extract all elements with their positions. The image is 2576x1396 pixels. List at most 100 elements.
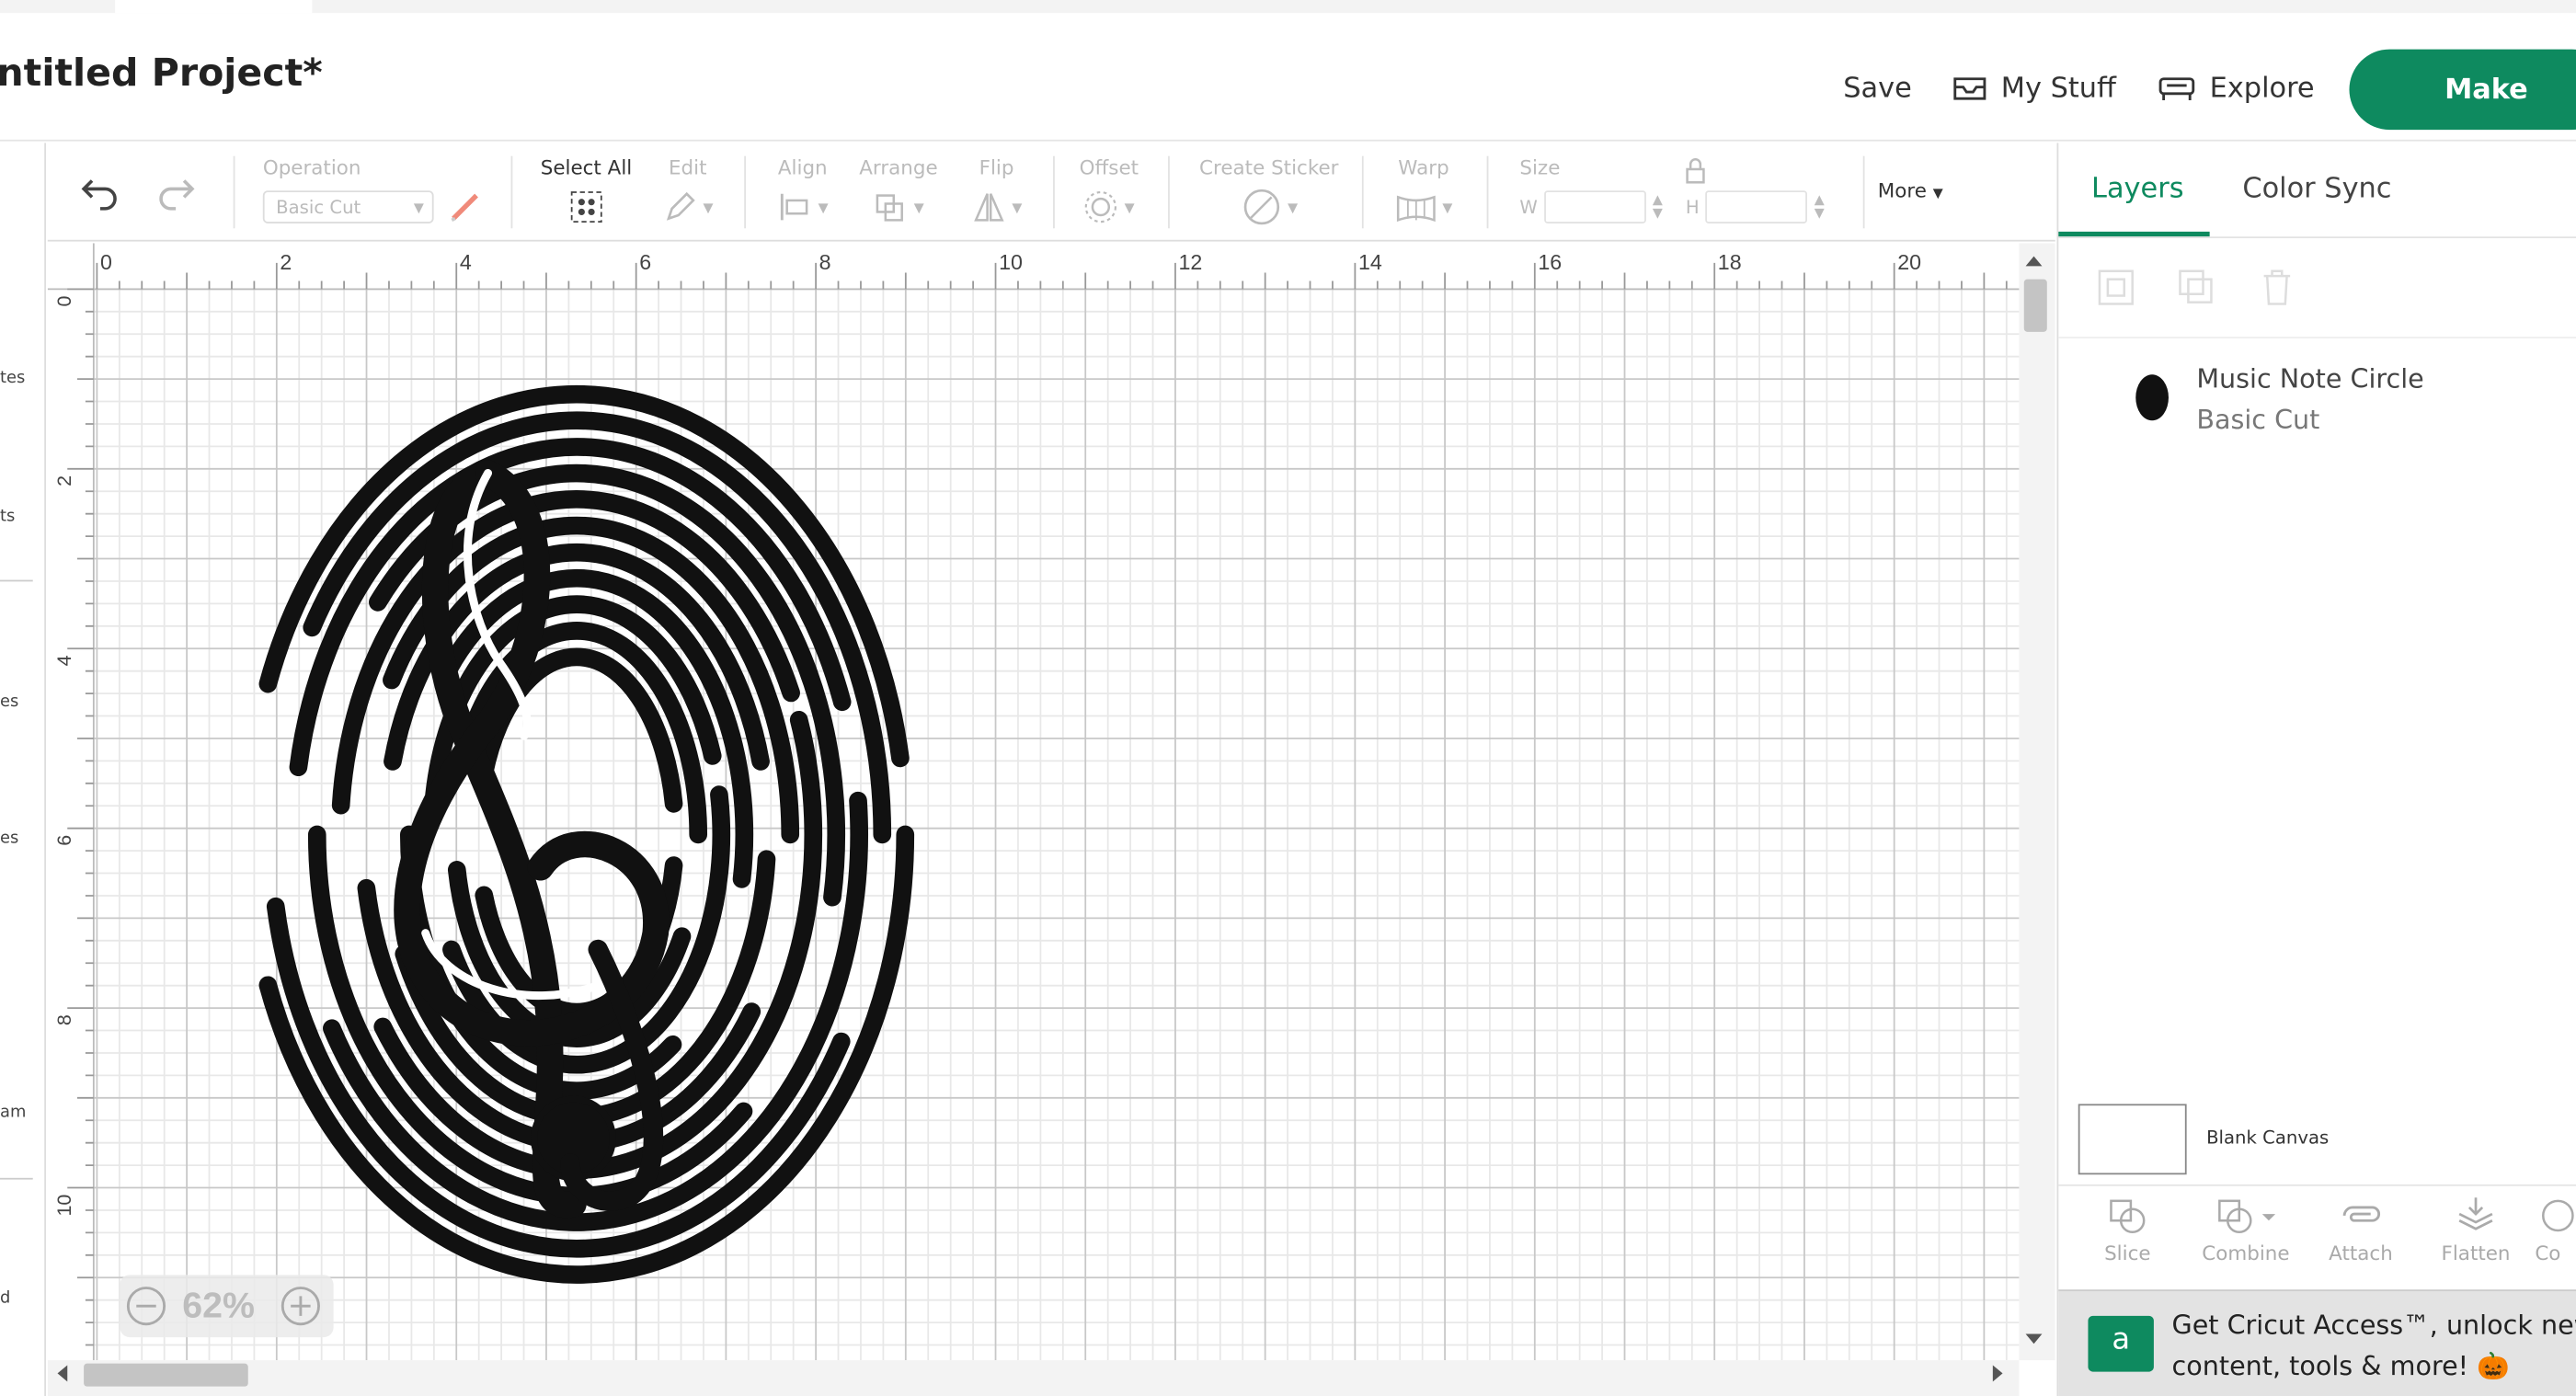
toolbar-separator <box>1168 155 1170 229</box>
music-note-circle-artwork[interactable] <box>258 384 915 1284</box>
blank-canvas-swatch[interactable] <box>2078 1104 2187 1175</box>
app-header: ntitled Project* Save My Stuff Explore M… <box>0 13 2576 142</box>
tab-color-sync[interactable]: Color Sync <box>2242 173 2391 206</box>
project-title[interactable]: ntitled Project* <box>0 52 323 95</box>
vertical-scrollbar-track[interactable] <box>2019 243 2055 1361</box>
left-panel-item[interactable]: tes <box>0 370 25 388</box>
warp-group[interactable]: Warp ▼ <box>1395 155 1453 225</box>
ruler-top-label: 12 <box>1179 250 1203 274</box>
left-ruler <box>47 243 94 1361</box>
ruler-left-label: 4 <box>53 655 75 666</box>
design-canvas[interactable]: 0 2 4 6 8 10 12 14 16 18 20 0 2 4 6 8 10 <box>47 243 2055 1396</box>
horizontal-scrollbar-track[interactable] <box>47 1360 2020 1396</box>
contour-button[interactable]: Co <box>2535 1195 2576 1264</box>
operation-value: Basic Cut <box>276 196 361 218</box>
toolbar-separator <box>233 155 235 229</box>
explore-button[interactable]: Explore <box>2157 72 2315 106</box>
select-all-button[interactable]: Select All <box>540 155 633 225</box>
width-stepper[interactable]: ▲ ▼ <box>1653 193 1663 221</box>
size-label: Size <box>1519 155 1561 179</box>
offset-group[interactable]: Offset ▼ <box>1080 156 1139 225</box>
ruler-top-label: 14 <box>1358 250 1382 274</box>
ruler-left-label: 10 <box>53 1195 75 1217</box>
undo-button[interactable] <box>77 173 123 219</box>
ruler-top-label: 6 <box>639 250 651 274</box>
arrange-label: Arrange <box>859 155 938 179</box>
save-button[interactable]: Save <box>1843 73 1912 106</box>
align-group[interactable]: Align ▼ <box>777 156 829 225</box>
attach-button[interactable]: Attach <box>2308 1195 2413 1264</box>
left-panel-item[interactable]: es <box>0 693 18 712</box>
browser-tab-strip <box>0 0 2576 14</box>
toolbar-separator <box>1053 155 1055 229</box>
slice-button[interactable]: Slice <box>2075 1195 2180 1264</box>
pen-color-icon[interactable] <box>447 189 483 224</box>
canvas-grid[interactable]: 0 2 4 6 8 10 12 14 16 18 20 0246810 62% <box>47 243 2055 1396</box>
slice-icon <box>2110 1199 2146 1234</box>
chevron-down-icon: ▼ <box>703 200 714 215</box>
caret-down-icon: ▼ <box>1932 185 1943 200</box>
browser-tab[interactable] <box>115 0 313 14</box>
left-panel-item[interactable]: es <box>0 830 18 848</box>
flip-icon <box>974 193 1004 222</box>
more-menu[interactable]: More ▼ <box>1878 179 1943 202</box>
flatten-icon <box>2458 1197 2493 1230</box>
select-all-label: Select All <box>540 155 633 179</box>
horizontal-scrollbar-thumb[interactable] <box>84 1363 248 1387</box>
ruler-left-label: 8 <box>53 1014 75 1025</box>
ruler-top-label: 10 <box>999 250 1023 274</box>
vertical-scrollbar-thumb[interactable] <box>2023 279 2047 332</box>
make-button[interactable]: Make <box>2349 49 2576 131</box>
layers-panel: Layers Color Sync Music Note Circle Basi… <box>2056 143 2576 1396</box>
arrange-icon <box>876 194 904 222</box>
ruler-top-label: 0 <box>100 250 112 274</box>
edit-group[interactable]: Edit ▼ <box>662 156 714 225</box>
flip-group[interactable]: Flip ▼ <box>971 155 1022 225</box>
edit-toolbar: Operation Basic Cut ▼ Select All Edit ▼ A… <box>47 143 2055 242</box>
operation-select[interactable]: Basic Cut ▼ <box>262 190 434 223</box>
tools-divider <box>2058 1184 2576 1186</box>
arrange-group[interactable]: Arrange ▼ <box>859 155 938 225</box>
flatten-button[interactable]: Flatten <box>2423 1195 2528 1264</box>
flip-label: Flip <box>979 155 1014 179</box>
ruler-left-label: 6 <box>53 835 75 846</box>
left-design-panel: tes ts es es am d <box>0 143 47 1396</box>
select-all-icon <box>570 191 602 223</box>
warp-label: Warp <box>1398 155 1449 179</box>
save-label: Save <box>1843 72 1912 106</box>
my-stuff-button[interactable]: My Stuff <box>1952 73 2116 105</box>
edit-label: Edit <box>668 155 707 179</box>
lock-icon[interactable] <box>1684 157 1707 184</box>
ruler-left-label: 2 <box>53 475 75 486</box>
chevron-down-icon: ▼ <box>913 200 924 215</box>
cricut-access-banner[interactable]: a Get Cricut Access™, unlock new content,… <box>2058 1289 2576 1396</box>
combine-button[interactable]: Combine <box>2193 1195 2298 1264</box>
left-panel-item[interactable]: ts <box>0 508 15 526</box>
promo-line-1: Get Cricut Access™, unlock new <box>2171 1309 2576 1341</box>
left-panel-item[interactable]: d <box>0 1289 10 1308</box>
tab-divider <box>2058 236 2576 239</box>
height-stepper[interactable]: ▲ ▼ <box>1815 193 1825 221</box>
redo-button[interactable] <box>153 173 199 219</box>
chevron-down-icon: ▼ <box>1442 200 1453 215</box>
offset-icon <box>1085 190 1117 223</box>
left-panel-item[interactable]: am <box>0 1104 26 1122</box>
duplicate-icon[interactable] <box>2175 266 2217 308</box>
height-label: H <box>1685 196 1700 218</box>
promo-line-2: content, tools & more! 🎃 <box>2171 1350 2510 1382</box>
more-label: More <box>1877 178 1927 202</box>
tab-layers[interactable]: Layers <box>2091 173 2184 206</box>
chevron-down-icon: ▼ <box>413 200 424 215</box>
layer-thumbnail <box>2135 374 2169 421</box>
group-icon[interactable] <box>2095 266 2137 308</box>
create-sticker-group[interactable]: Create Sticker ▼ <box>1199 156 1338 225</box>
height-input[interactable] <box>1705 190 1808 223</box>
chevron-down-icon: ▼ <box>818 200 829 215</box>
toolbar-separator <box>1361 155 1364 229</box>
width-input[interactable] <box>1543 190 1646 223</box>
toolbar-separator <box>744 155 747 229</box>
explore-label: Explore <box>2209 72 2315 106</box>
redo-icon <box>159 179 195 211</box>
align-label: Align <box>777 155 828 179</box>
trash-icon[interactable] <box>2256 266 2298 308</box>
